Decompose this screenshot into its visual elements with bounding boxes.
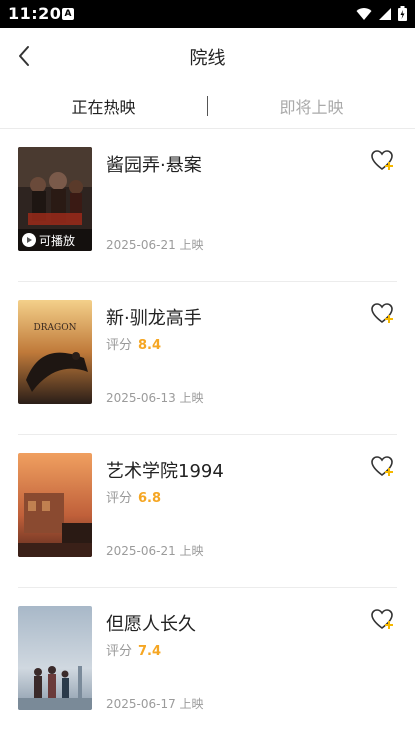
- rating-value: 6.8: [138, 491, 162, 506]
- favorite-heart-add-icon[interactable]: [370, 455, 396, 479]
- movie-item[interactable]: DRAGON 新·驯龙高手 评分 8.4 2025-06-13 上映: [0, 282, 415, 435]
- movie-poster[interactable]: DRAGON: [18, 300, 92, 404]
- rating: 评分 8.4: [106, 334, 161, 353]
- rating-label: 评分: [106, 644, 133, 659]
- poster-image: DRAGON: [18, 300, 92, 404]
- rating-value: 8.4: [138, 338, 162, 353]
- rating: 评分 7.4: [106, 640, 161, 659]
- signal-icon: [379, 7, 391, 20]
- status-bar: 11:20 A: [0, 0, 415, 28]
- release-date: 2025-06-21 上映: [106, 238, 204, 252]
- wifi-icon: [356, 7, 372, 20]
- release-date: 2025-06-13 上映: [106, 391, 204, 405]
- movie-title[interactable]: 但愿人长久: [106, 610, 196, 636]
- page-title: 院线: [189, 48, 226, 69]
- movie-title[interactable]: 艺术学院1994: [106, 457, 224, 483]
- movie-item[interactable]: 艺术学院1994 评分 6.8 2025-06-21 上映: [0, 435, 415, 588]
- status-icons: [356, 6, 407, 21]
- poster-image: [18, 453, 92, 557]
- playable-badge: 可播放: [18, 229, 92, 251]
- rating-label: 评分: [106, 338, 133, 353]
- tab-coming-soon[interactable]: 即将上映: [208, 84, 415, 128]
- movie-title[interactable]: 新·驯龙高手: [106, 304, 202, 330]
- app-notification-icon: A: [62, 8, 74, 20]
- status-time: 11:20: [8, 4, 62, 23]
- tab-now-showing[interactable]: 正在热映: [0, 84, 207, 128]
- movie-poster[interactable]: [18, 606, 92, 710]
- poster-image: [18, 606, 92, 710]
- movie-item[interactable]: 但愿人长久 评分 7.4 2025-06-17 上映: [0, 588, 415, 741]
- tab-bar: 正在热映 即将上映: [0, 84, 415, 129]
- play-icon: [22, 233, 36, 247]
- battery-icon: [398, 6, 407, 21]
- rating: 评分 6.8: [106, 487, 161, 506]
- rating-label: 评分: [106, 491, 133, 506]
- movie-poster[interactable]: [18, 453, 92, 557]
- release-date: 2025-06-17 上映: [106, 697, 204, 711]
- movie-item[interactable]: 可播放 酱园弄·悬案 2025-06-21 上映: [0, 129, 415, 282]
- playable-label: 可播放: [39, 233, 76, 248]
- movie-title[interactable]: 酱园弄·悬案: [106, 151, 202, 177]
- release-date: 2025-06-21 上映: [106, 544, 204, 558]
- favorite-heart-add-icon[interactable]: [370, 608, 396, 632]
- movie-list: 可播放 酱园弄·悬案 2025-06-21 上映 DRAGON 新·驯龙高手 评…: [0, 129, 415, 741]
- favorite-heart-add-icon[interactable]: [370, 149, 396, 173]
- movie-poster[interactable]: 可播放: [18, 147, 92, 251]
- app-bar: 院线: [0, 28, 415, 84]
- svg-text:DRAGON: DRAGON: [34, 323, 77, 333]
- favorite-heart-add-icon[interactable]: [370, 302, 396, 326]
- rating-value: 7.4: [138, 644, 162, 659]
